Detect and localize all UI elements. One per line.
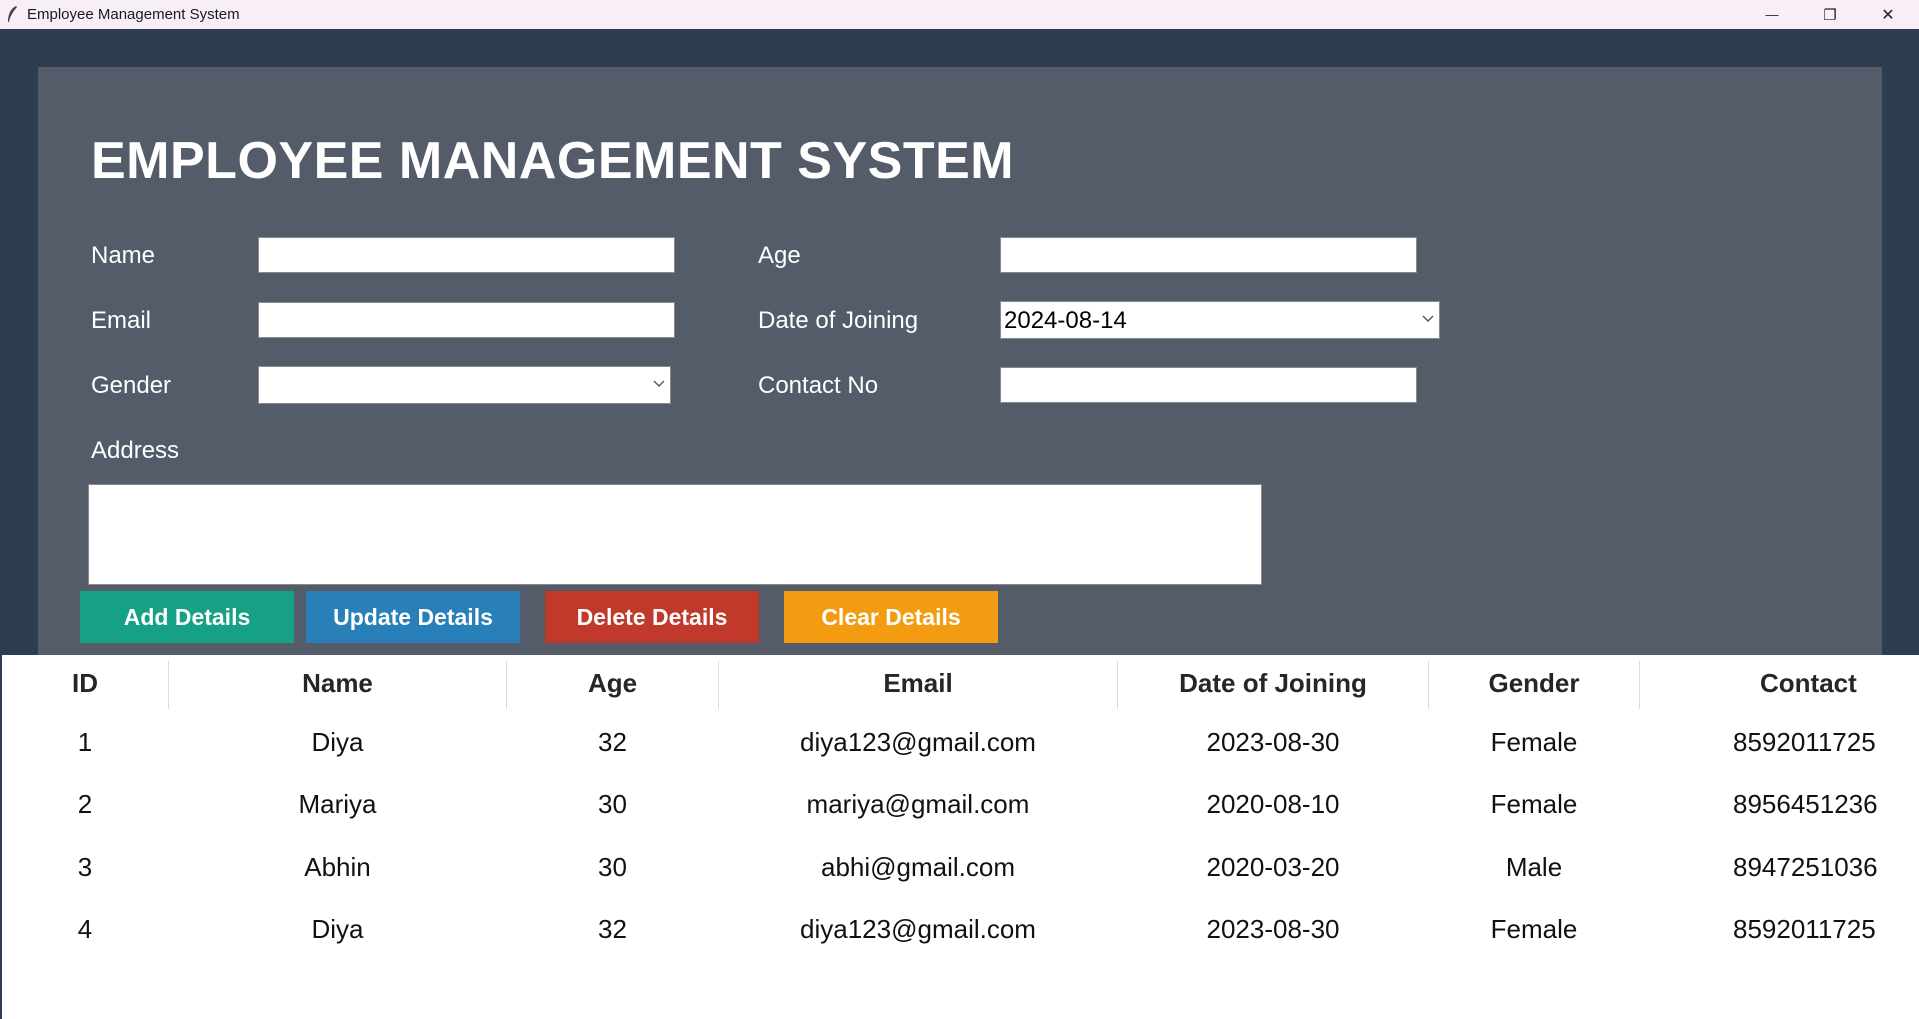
- age-input[interactable]: [1001, 238, 1416, 272]
- address-textarea[interactable]: [89, 485, 1265, 588]
- email-field[interactable]: [258, 302, 675, 338]
- chevron-down-icon[interactable]: [1421, 311, 1435, 325]
- address-label: Address: [91, 437, 180, 464]
- table-cell-contact[interactable]: 8592011725: [1640, 905, 1919, 953]
- contact-field[interactable]: [1000, 367, 1417, 403]
- window-title: Employee Management System: [27, 6, 240, 23]
- column-header-name[interactable]: Name: [169, 657, 506, 709]
- table-cell-gender[interactable]: Male: [1429, 843, 1639, 891]
- restore-icon: ❐: [1823, 6, 1837, 24]
- table-cell-age[interactable]: 30: [507, 843, 718, 891]
- column-header-age[interactable]: Age: [507, 657, 718, 709]
- table-cell-gender[interactable]: Female: [1429, 780, 1639, 828]
- table-cell-age[interactable]: 32: [507, 905, 718, 953]
- close-icon: ✕: [1881, 6, 1895, 24]
- name-label: Name: [91, 242, 156, 269]
- table-cell-doj[interactable]: 2020-08-10: [1118, 780, 1428, 828]
- table-cell-contact[interactable]: 8947251036: [1640, 843, 1919, 891]
- table-cell-name[interactable]: Abhin: [169, 843, 506, 891]
- table-cell-name[interactable]: Diya: [169, 718, 506, 766]
- table-cell-id[interactable]: 2: [2, 780, 168, 828]
- table-cell-email[interactable]: abhi@gmail.com: [719, 843, 1117, 891]
- name-input[interactable]: [259, 238, 674, 272]
- column-header-id[interactable]: ID: [2, 657, 168, 709]
- email-input[interactable]: [259, 303, 674, 337]
- address-field[interactable]: [88, 484, 1265, 588]
- clear-details-button[interactable]: Clear Details: [784, 591, 998, 643]
- employee-table[interactable]: [2, 655, 1919, 1019]
- contact-input[interactable]: [1001, 368, 1416, 402]
- add-details-button[interactable]: Add Details: [80, 591, 294, 643]
- doj-value: 2024-08-14: [1004, 307, 1127, 334]
- table-cell-id[interactable]: 1: [2, 718, 168, 766]
- column-header-doj[interactable]: Date of Joining: [1118, 657, 1428, 709]
- column-header-gender[interactable]: Gender: [1429, 657, 1639, 709]
- column-header-email[interactable]: Email: [719, 657, 1117, 709]
- table-cell-email[interactable]: diya123@gmail.com: [719, 718, 1117, 766]
- table-cell-doj[interactable]: 2023-08-30: [1118, 718, 1428, 766]
- feather-icon: [6, 5, 18, 26]
- window-titlebar: Employee Management System — ❐ ✕: [0, 0, 1919, 29]
- table-cell-contact[interactable]: 8592011725: [1640, 718, 1919, 766]
- minimize-icon: —: [1765, 7, 1779, 22]
- email-label: Email: [91, 307, 152, 334]
- table-cell-id[interactable]: 4: [2, 905, 168, 953]
- table-cell-email[interactable]: mariya@gmail.com: [719, 780, 1117, 828]
- table-cell-doj[interactable]: 2023-08-30: [1118, 905, 1428, 953]
- chevron-down-icon[interactable]: [652, 376, 666, 390]
- page-title: EMPLOYEE MANAGEMENT SYSTEM: [91, 132, 1015, 190]
- table-cell-gender[interactable]: Female: [1429, 905, 1639, 953]
- table-cell-gender[interactable]: Female: [1429, 718, 1639, 766]
- age-field[interactable]: [1000, 237, 1417, 273]
- gender-label: Gender: [91, 372, 172, 399]
- table-cell-contact[interactable]: 8956451236: [1640, 780, 1919, 828]
- table-cell-email[interactable]: diya123@gmail.com: [719, 905, 1117, 953]
- table-cell-id[interactable]: 3: [2, 843, 168, 891]
- minimize-button[interactable]: —: [1743, 0, 1801, 29]
- table-cell-doj[interactable]: 2020-03-20: [1118, 843, 1428, 891]
- restore-button[interactable]: ❐: [1801, 0, 1859, 29]
- age-label: Age: [758, 242, 801, 269]
- doj-date-picker[interactable]: 2024-08-14: [1000, 301, 1440, 339]
- doj-label: Date of Joining: [758, 307, 919, 334]
- delete-details-button[interactable]: Delete Details: [545, 591, 759, 643]
- contact-label: Contact No: [758, 372, 879, 399]
- gender-select[interactable]: [258, 366, 671, 404]
- column-header-contact[interactable]: Contact: [1640, 657, 1919, 709]
- close-button[interactable]: ✕: [1859, 0, 1917, 29]
- name-field[interactable]: [258, 237, 675, 273]
- table-cell-age[interactable]: 30: [507, 780, 718, 828]
- table-cell-age[interactable]: 32: [507, 718, 718, 766]
- update-details-button[interactable]: Update Details: [306, 591, 520, 643]
- table-cell-name[interactable]: Diya: [169, 905, 506, 953]
- table-cell-name[interactable]: Mariya: [169, 780, 506, 828]
